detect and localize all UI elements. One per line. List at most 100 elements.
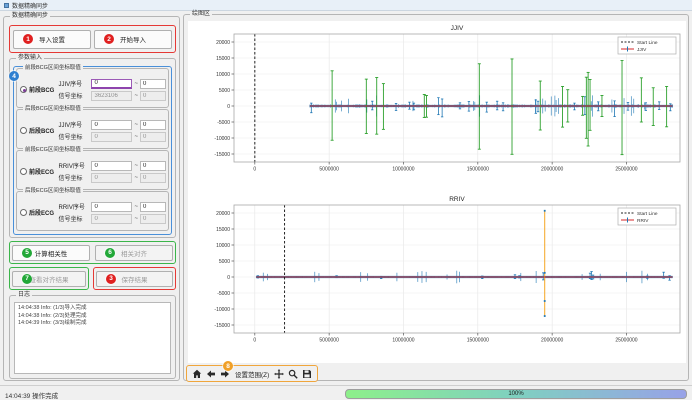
range-from-input[interactable] — [91, 132, 132, 142]
field-label: 信号坐标 — [58, 214, 89, 223]
svg-text:15000000: 15000000 — [467, 167, 489, 173]
range-from-input[interactable] — [91, 120, 132, 130]
view-align-group: 7 查看对齐结果 — [9, 267, 89, 290]
segment-radio[interactable]: 前段BCG — [20, 85, 58, 94]
index-range-row: RRIV序号 ~ — [58, 161, 166, 171]
range-to-input[interactable] — [140, 79, 166, 89]
progress-bar: 100% — [345, 389, 687, 399]
radio-indicator — [20, 209, 27, 216]
compute-correlation-button[interactable]: 5 计算相关性 — [12, 245, 90, 261]
index-range-row: JJIV序号 ~ — [58, 120, 166, 130]
svg-text:RRIV: RRIV — [449, 196, 465, 203]
log-list[interactable]: 14:04:38 Info: (1/3)导入完成 14:04:38 Info: … — [14, 302, 171, 374]
svg-text:10000: 10000 — [216, 72, 230, 78]
correlation-align-label: 相关对齐 — [121, 248, 147, 258]
range-to-input[interactable] — [140, 161, 166, 171]
pan-button[interactable] — [273, 367, 285, 380]
plot-toolbar: 8 设置范围(Z) — [186, 365, 318, 382]
svg-text:5000: 5000 — [219, 259, 230, 265]
segment-radio[interactable]: 前段ECG — [20, 167, 58, 176]
start-import-label: 开始导入 — [120, 34, 146, 44]
segment-radio[interactable]: 后段ECG — [20, 208, 58, 217]
home-icon — [192, 369, 202, 379]
import-settings-button[interactable]: 1 导入设置 — [13, 30, 91, 49]
range-separator: ~ — [134, 204, 138, 210]
home-button[interactable] — [191, 367, 203, 380]
log-line: 14:04:38 Info: (2/3)处理完成 — [18, 313, 167, 321]
save-result-button[interactable]: 3 保存结果 — [96, 271, 173, 287]
zoom-button[interactable] — [287, 367, 299, 380]
range-from-input[interactable] — [91, 161, 132, 171]
correlation-align-button[interactable]: 6 相关对齐 — [95, 245, 173, 261]
range-separator: ~ — [134, 93, 138, 99]
field-label: RRIV序号 — [58, 161, 89, 170]
radio-indicator — [20, 86, 27, 93]
app-icon — [4, 3, 9, 8]
range-to-input[interactable] — [140, 91, 166, 101]
svg-text:-5000: -5000 — [217, 120, 230, 126]
range-to-input[interactable] — [140, 120, 166, 130]
figure-canvas[interactable]: 0500000010000000150000002000000025000000… — [188, 21, 686, 363]
progress-label: 100% — [508, 391, 523, 397]
step-badge-4: 4 — [9, 71, 19, 81]
view-align-result-label: 查看对齐结果 — [30, 274, 69, 284]
log-line: 14:04:39 Info: (3/3)绘制完成 — [18, 320, 167, 328]
jjiv-chart[interactable]: 0500000010000000150000002000000025000000… — [188, 21, 686, 192]
titlebar: 数据精确同步 — [0, 0, 692, 11]
param-section: 后段ECG区间坐标取值 后段ECG RRIV序号 ~ 信号坐标 ~ — [16, 191, 169, 231]
save-result-group: 3 保存结果 — [93, 267, 176, 290]
index-range-row: RRIV序号 ~ — [58, 202, 166, 212]
svg-text:-5000: -5000 — [217, 291, 230, 297]
field-label: RRIV序号 — [58, 202, 89, 211]
signal-range-row: 信号坐标 ~ — [58, 91, 166, 101]
step-badge-5: 5 — [22, 248, 32, 258]
svg-text:15000000: 15000000 — [467, 338, 489, 344]
svg-text:RRIV: RRIV — [637, 218, 649, 224]
range-from-input[interactable] — [91, 202, 132, 212]
range-to-input[interactable] — [140, 132, 166, 142]
param-section-title: 后段ECG区间坐标取值 — [23, 188, 83, 195]
pan-icon — [274, 369, 284, 379]
field-label: 信号坐标 — [58, 173, 89, 182]
svg-text:10000: 10000 — [216, 243, 230, 249]
range-separator: ~ — [134, 216, 138, 222]
svg-text:0: 0 — [253, 167, 256, 173]
save-result-label: 保存结果 — [122, 274, 148, 284]
back-icon — [206, 369, 216, 379]
range-from-input[interactable] — [91, 91, 132, 101]
step-badge-1: 1 — [23, 34, 33, 44]
step-badge-3: 3 — [106, 274, 116, 284]
range-separator: ~ — [134, 134, 138, 140]
range-from-input[interactable] — [91, 214, 132, 224]
range-from-input[interactable] — [91, 173, 132, 183]
range-from-input[interactable] — [91, 79, 132, 89]
start-import-button[interactable]: 2 开始导入 — [94, 30, 172, 49]
svg-text:20000: 20000 — [216, 211, 230, 217]
status-text: 14:04:39 操作完成 — [5, 390, 58, 400]
range-to-input[interactable] — [140, 214, 166, 224]
range-separator: ~ — [134, 81, 138, 87]
save-figure-button[interactable] — [301, 367, 313, 380]
rriv-chart[interactable]: 0500000010000000150000002000000025000000… — [188, 192, 686, 363]
import-buttons-group: 1 导入设置 2 开始导入 — [9, 25, 176, 53]
svg-text:20000: 20000 — [216, 40, 230, 46]
set-range-button[interactable]: 设置范围(Z) — [233, 367, 271, 380]
window-title: 数据精确同步 — [12, 1, 48, 10]
svg-text:Start Line: Start Line — [637, 211, 658, 217]
back-button[interactable] — [205, 367, 217, 380]
range-to-input[interactable] — [140, 173, 166, 183]
step-badge-7: 7 — [22, 274, 32, 284]
range-to-input[interactable] — [140, 202, 166, 212]
view-align-result-button[interactable]: 7 查看对齐结果 — [12, 271, 86, 287]
segment-radio[interactable]: 后段BCG — [20, 126, 58, 135]
params-sections: 4 前段BCG区间坐标取值 前段BCG JJIV序号 ~ 信号坐标 ~ — [13, 66, 172, 235]
svg-text:0: 0 — [253, 338, 256, 344]
svg-text:-10000: -10000 — [214, 136, 230, 142]
svg-text:-15000: -15000 — [214, 152, 230, 158]
log-group-title: 日志 — [16, 292, 32, 299]
signal-range-row: 信号坐标 ~ — [58, 173, 166, 183]
zoom-icon — [288, 369, 298, 379]
svg-text:0: 0 — [227, 275, 230, 281]
save-icon — [302, 369, 312, 379]
svg-text:Start Line: Start Line — [637, 40, 658, 46]
